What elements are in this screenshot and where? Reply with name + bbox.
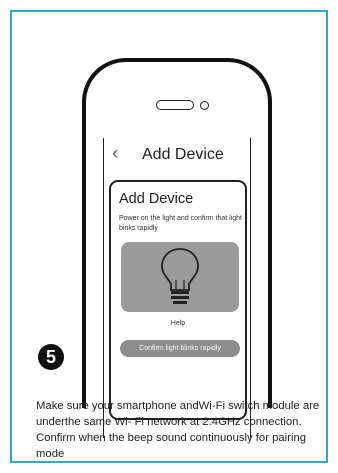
instruction-text: Make sure your smartphone andWi-Fi switc… — [36, 400, 320, 460]
confirm-blinks-button[interactable]: Confirm light blinks rapidly — [120, 340, 240, 357]
screen-title: Add Device — [142, 146, 224, 163]
instruction-panel: ‹ Add Device Add Device Power on the lig… — [10, 10, 328, 463]
back-icon[interactable]: ‹ — [112, 144, 118, 163]
card-description: Power on the light and confirm that ligh… — [119, 215, 242, 232]
card-title: Add Device — [119, 191, 194, 207]
help-link[interactable]: Help — [111, 320, 245, 327]
add-device-card: Add Device Power on the light and confir… — [109, 180, 247, 420]
step-number-badge: 5 — [38, 344, 64, 370]
light-bulb-icon — [161, 248, 199, 304]
bulb-illustration — [121, 242, 239, 312]
phone-speaker — [156, 100, 194, 110]
phone-illustration: ‹ Add Device Add Device Power on the lig… — [82, 58, 272, 438]
phone-camera — [200, 101, 209, 110]
